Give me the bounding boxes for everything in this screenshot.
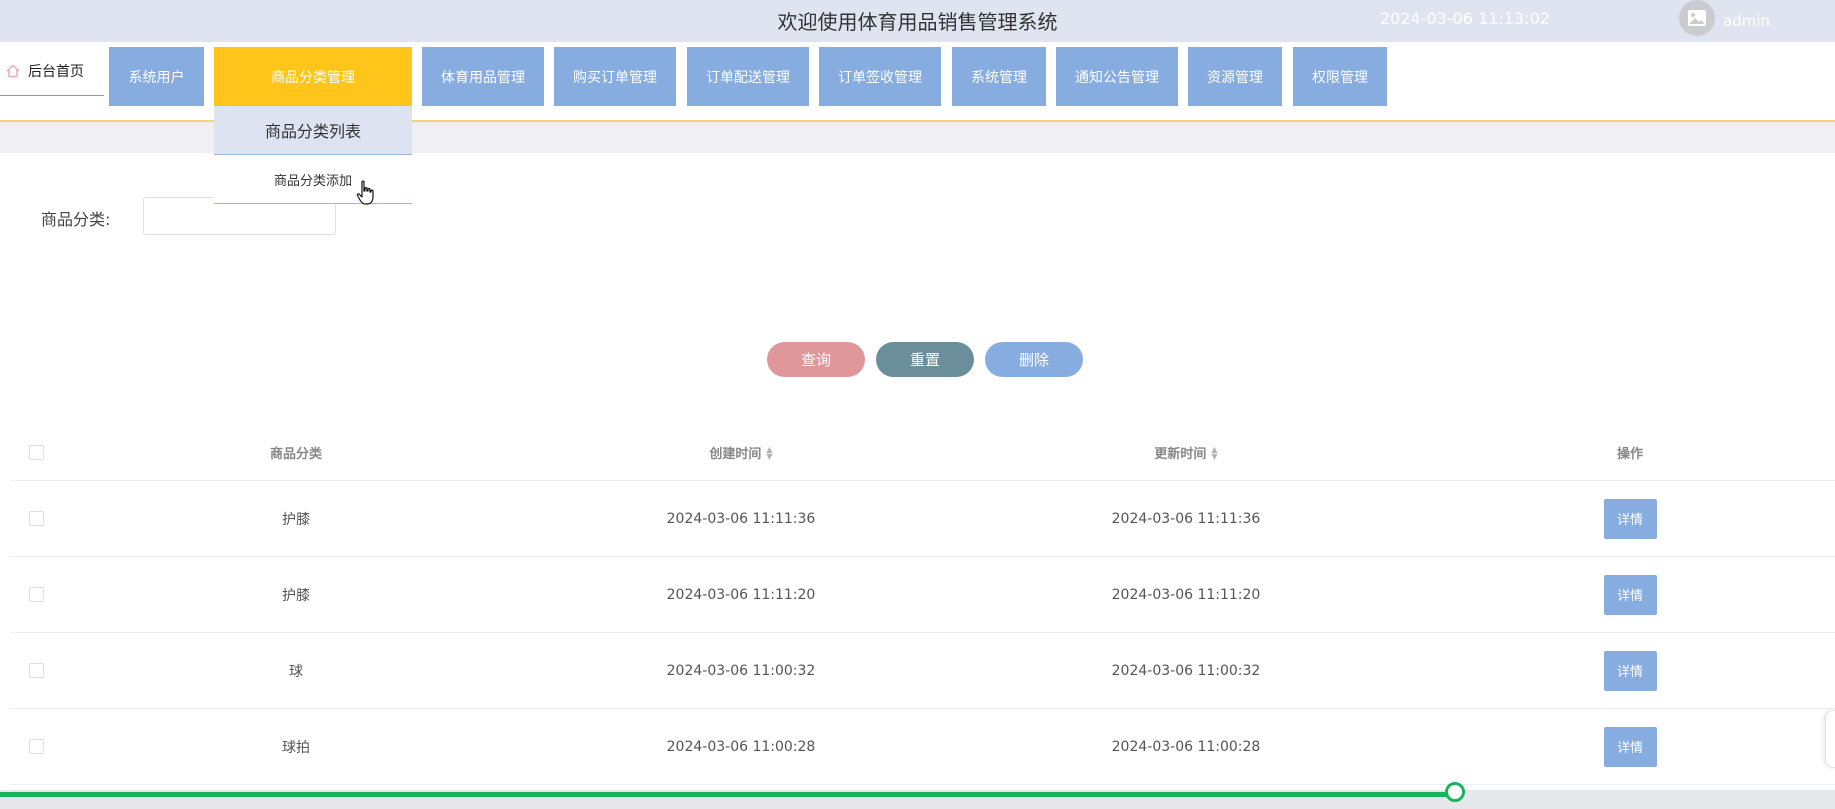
cell-updated: 2024-03-06 11:11:36 — [1111, 510, 1261, 527]
nav-label: 系统用户 — [128, 69, 185, 86]
row-checkbox[interactable] — [28, 511, 44, 526]
cell-updated: 2024-03-06 11:11:20 — [1111, 586, 1261, 603]
detail-button[interactable]: 详情 — [1603, 726, 1657, 767]
cell-action: 详情 — [1530, 633, 1730, 708]
avatar[interactable] — [1679, 0, 1715, 36]
nav-item-order-delivery[interactable]: 订单配送管理 — [687, 47, 809, 106]
cell-category: 护膝 — [282, 511, 310, 528]
category-table: 商品分类 创建时间 ▲ ▼ 更新时间 ▲ ▼ 操作 护膝 2024-03-06 11… — [10, 425, 1835, 785]
cell-created: 2024-03-06 11:00:32 — [666, 662, 816, 679]
delete-button[interactable]: 删除 — [985, 342, 1083, 377]
nav-label: 权限管理 — [1312, 69, 1368, 86]
select-all-cell — [26, 425, 46, 480]
cell-created: 2024-03-06 11:11:20 — [666, 586, 816, 603]
detail-button[interactable]: 详情 — [1603, 574, 1657, 615]
clock-time: 2024-03-06 11:13:02 — [1380, 9, 1550, 28]
sort-caret-icon[interactable]: ▲ ▼ — [1211, 445, 1217, 460]
nav-item-order-receipt[interactable]: 订单签收管理 — [819, 47, 941, 106]
nav-item-system-management[interactable]: 系统管理 — [952, 47, 1046, 106]
cell-action: 详情 — [1530, 481, 1730, 556]
cell-category: 球 — [289, 663, 303, 680]
top-header: 欢迎使用体育用品销售管理系统 2024-03-06 11:13:02 admin — [0, 0, 1835, 42]
column-header-label: 创建时间 — [709, 447, 762, 462]
cell-created: 2024-03-06 11:00:28 — [666, 738, 816, 755]
nav-label: 通知公告管理 — [1075, 69, 1159, 86]
table-row: 护膝 2024-03-06 11:11:20 2024-03-06 11:11:… — [10, 557, 1835, 633]
table-row: 球拍 2024-03-06 11:00:28 2024-03-06 11:00:… — [10, 709, 1835, 785]
dropdown-item-category-list[interactable]: 商品分类列表 — [214, 106, 412, 155]
category-search-label: 商品分类: — [41, 210, 111, 229]
select-all-checkbox[interactable] — [28, 445, 44, 460]
table-header-row: 商品分类 创建时间 ▲ ▼ 更新时间 ▲ ▼ 操作 — [10, 425, 1835, 481]
cell-category: 球拍 — [282, 739, 310, 756]
nav-item-system-users[interactable]: 系统用户 — [109, 47, 204, 106]
cell-category: 护膝 — [282, 587, 310, 604]
column-header-label: 更新时间 — [1154, 447, 1207, 462]
nav-item-sports-goods[interactable]: 体育用品管理 — [422, 47, 544, 106]
page-title: 欢迎使用体育用品销售管理系统 — [777, 10, 1058, 34]
column-header-action: 操作 — [1530, 425, 1730, 480]
column-header-label: 商品分类 — [269, 447, 322, 462]
cell-updated: 2024-03-06 11:00:32 — [1111, 662, 1261, 679]
nav-label: 资源管理 — [1207, 69, 1263, 86]
nav-home[interactable]: 后台首页 — [0, 47, 104, 96]
progress-handle[interactable] — [1445, 782, 1466, 802]
progress-fill — [0, 792, 1456, 797]
cell-updated: 2024-03-06 11:00:28 — [1111, 738, 1261, 755]
image-icon — [1688, 10, 1706, 26]
nav-item-category-management[interactable]: 商品分类管理 — [214, 47, 412, 106]
cell-action: 详情 — [1530, 557, 1730, 632]
cell-action: 详情 — [1530, 709, 1730, 784]
nav-item-notice-management[interactable]: 通知公告管理 — [1056, 47, 1178, 106]
detail-button[interactable]: 详情 — [1603, 498, 1657, 539]
column-header-category: 商品分类 — [196, 425, 396, 480]
nav-label: 系统管理 — [971, 69, 1027, 86]
row-checkbox[interactable] — [28, 739, 44, 754]
nav-label: 订单签收管理 — [838, 69, 922, 86]
nav-item-resource-management[interactable]: 资源管理 — [1188, 47, 1282, 106]
progress-bar[interactable] — [0, 782, 1835, 809]
table-row: 护膝 2024-03-06 11:11:36 2024-03-06 11:11:… — [10, 481, 1835, 557]
nav-label: 体育用品管理 — [441, 69, 525, 86]
nav-label: 购买订单管理 — [573, 69, 657, 86]
row-select-cell — [26, 709, 46, 784]
column-header-label: 操作 — [1616, 447, 1643, 462]
column-header-created[interactable]: 创建时间 ▲ ▼ — [631, 425, 851, 480]
category-dropdown-menu: 商品分类列表 商品分类添加 — [214, 106, 412, 204]
row-select-cell — [26, 481, 46, 556]
side-drawer-tab[interactable] — [1825, 710, 1835, 768]
cell-created: 2024-03-06 11:11:36 — [666, 510, 816, 527]
nav-home-label: 后台首页 — [28, 64, 84, 80]
detail-button[interactable]: 详情 — [1603, 650, 1657, 691]
hand-pointer-icon — [356, 180, 374, 205]
row-checkbox[interactable] — [28, 587, 44, 602]
row-checkbox[interactable] — [28, 663, 44, 678]
reset-button[interactable]: 重置 — [876, 342, 974, 377]
sort-caret-icon[interactable]: ▲ ▼ — [766, 445, 772, 460]
row-select-cell — [26, 633, 46, 708]
query-button[interactable]: 查询 — [767, 342, 865, 377]
nav-label: 商品分类管理 — [271, 69, 355, 86]
row-select-cell — [26, 557, 46, 632]
home-icon — [6, 64, 20, 78]
nav-label: 订单配送管理 — [706, 69, 790, 86]
nav-item-permission-management[interactable]: 权限管理 — [1293, 47, 1387, 106]
nav-item-purchase-orders[interactable]: 购买订单管理 — [554, 47, 676, 106]
dropdown-item-category-add[interactable]: 商品分类添加 — [214, 155, 412, 204]
username[interactable]: admin — [1723, 12, 1770, 30]
column-header-updated[interactable]: 更新时间 ▲ ▼ — [1076, 425, 1296, 480]
table-row: 球 2024-03-06 11:00:32 2024-03-06 11:00:3… — [10, 633, 1835, 709]
